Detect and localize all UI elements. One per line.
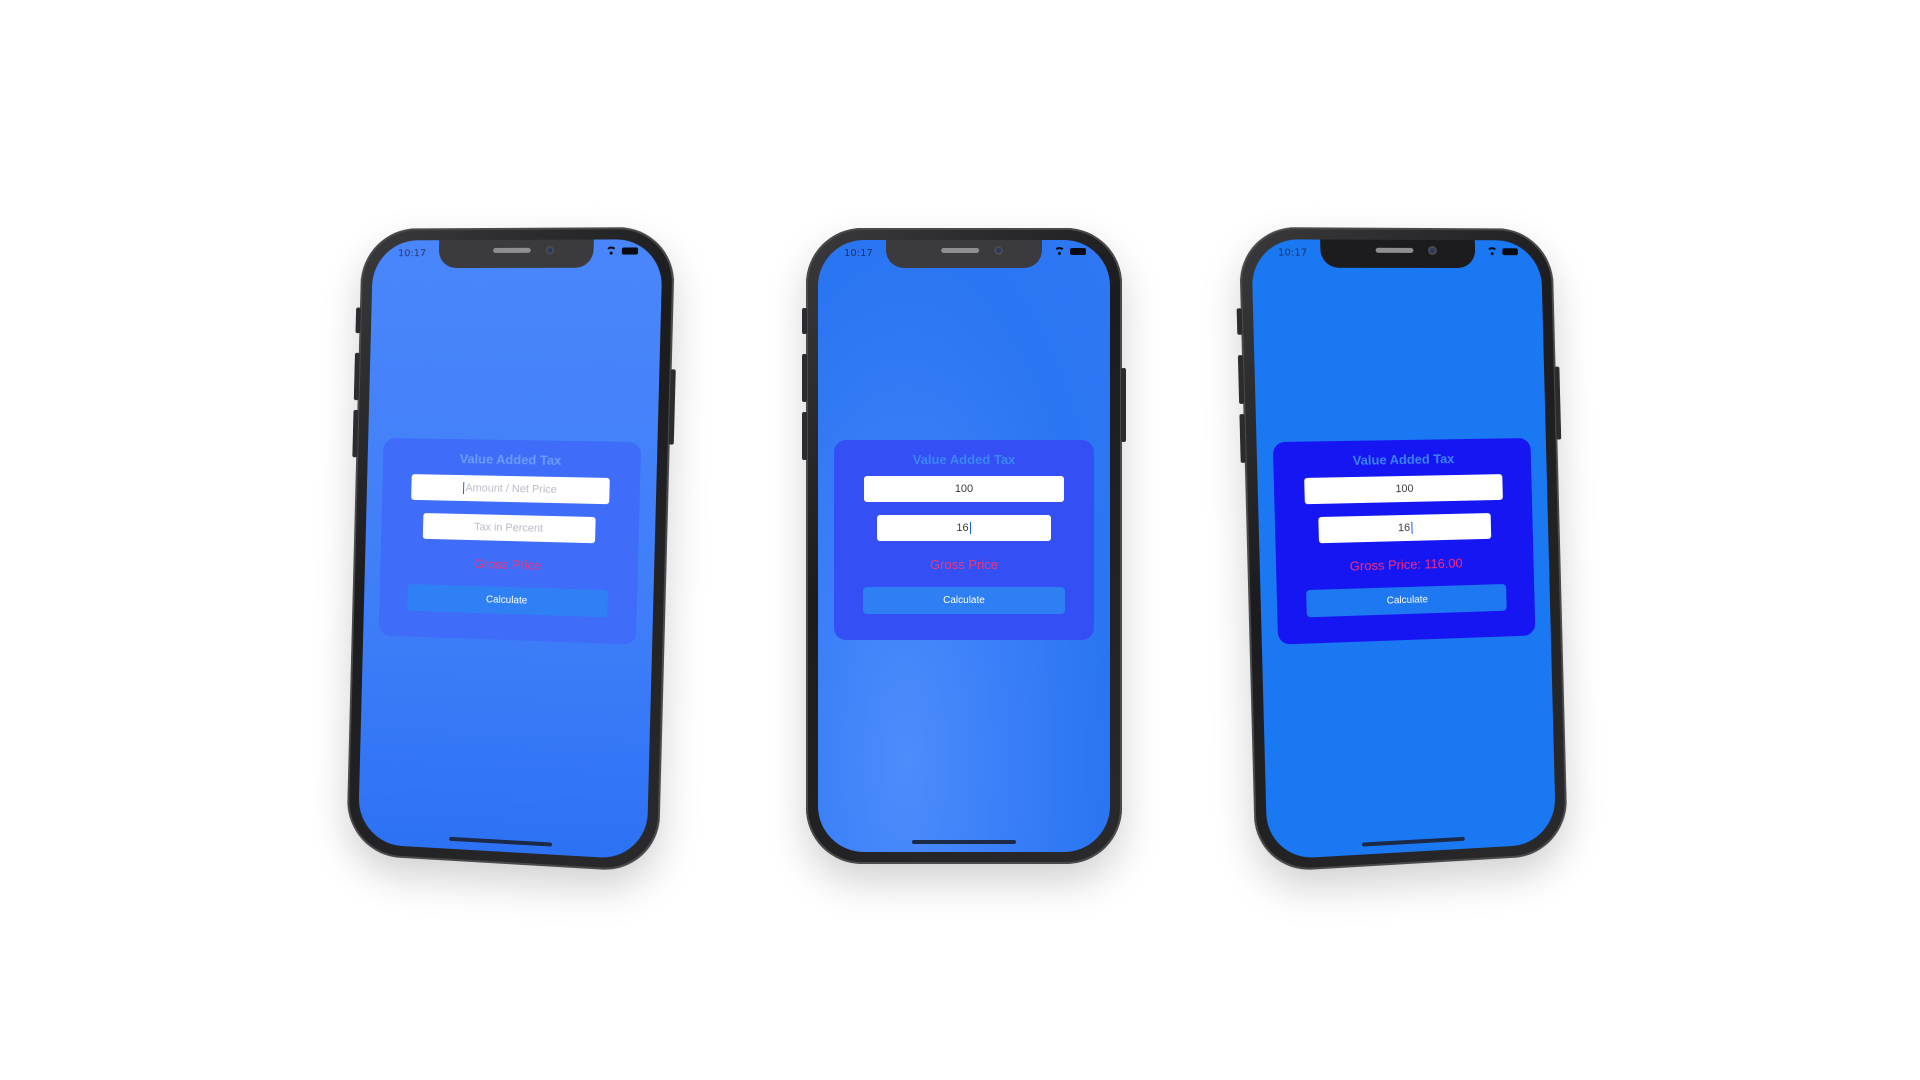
battery-icon [621,246,639,255]
tax-input[interactable]: 16 [1318,513,1492,544]
speaker-grille [493,247,531,253]
amount-input[interactable]: Amount / Net Price [411,474,610,505]
status-icons [606,246,639,255]
front-camera-icon [994,246,1003,255]
tax-value: 16 [1397,521,1411,535]
gross-price-label: Gross Price [930,557,998,572]
speaker-grille [1375,247,1414,253]
home-indicator[interactable] [1361,836,1465,847]
tax-placeholder: Tax in Percent [473,521,544,535]
front-camera-icon [545,245,555,255]
mute-switch [1236,308,1243,335]
phone-mockup-2: 10:17 Value Added Tax 100 16 Gross Price… [802,228,1126,864]
speaker-grille [941,248,980,253]
wifi-icon [1054,247,1065,255]
power-button [1121,368,1126,442]
amount-value: 100 [1395,482,1414,496]
status-icons [1487,247,1518,255]
mute-switch [802,308,807,334]
status-time: 10:17 [397,248,427,260]
volume-down-button [802,412,807,460]
mute-switch [355,307,361,334]
status-time: 10:17 [844,248,873,259]
phone-mockup-1: 10:17 Value Added Tax Amount / Net Price… [346,226,676,873]
phone-screen: 10:17 Value Added Tax 100 16 Gross Price… [1251,239,1557,861]
text-caret [1410,521,1413,534]
notch [438,239,594,269]
text-caret [969,522,971,534]
phone-mockup-3: 10:17 Value Added Tax 100 16 Gross Price… [1236,226,1568,873]
vat-card: Value Added Tax 100 16 Gross Price: 116.… [1272,437,1536,645]
notch [886,240,1042,268]
gross-price-label: Gross Price [473,556,542,573]
volume-up-button [353,352,360,401]
home-indicator[interactable] [449,836,553,847]
volume-up-button [802,354,807,402]
volume-up-button [1237,355,1245,404]
amount-value: 100 [954,483,974,495]
amount-input[interactable]: 100 [864,476,1064,502]
vat-card: Value Added Tax Amount / Net Price Tax i… [378,437,642,645]
status-time: 10:17 [1277,247,1308,259]
tax-value: 16 [956,522,969,534]
volume-down-button [352,409,359,458]
home-indicator[interactable] [912,840,1016,844]
battery-icon [1502,247,1518,255]
vat-card: Value Added Tax 100 16 Gross Price Calcu… [834,440,1094,640]
gross-price-label: Gross Price: 116.00 [1349,555,1463,574]
amount-input[interactable]: 100 [1304,474,1503,505]
front-camera-icon [1427,245,1437,255]
status-icons [1054,247,1086,255]
card-title: Value Added Tax [459,451,562,468]
calculate-button[interactable]: Calculate [863,587,1065,614]
card-title: Value Added Tax [1352,451,1455,468]
tax-input[interactable]: 16 [877,515,1051,541]
calculate-button[interactable]: Calculate [407,583,608,618]
tax-input[interactable]: Tax in Percent [422,513,596,544]
card-title: Value Added Tax [912,452,1016,467]
phone-screen: 10:17 Value Added Tax Amount / Net Price… [357,239,663,861]
notch [1320,239,1476,269]
battery-icon [1070,247,1086,255]
power-button [1554,366,1562,440]
volume-down-button [1239,414,1246,463]
power-button [668,369,676,445]
mockup-stage: 10:17 Value Added Tax Amount / Net Price… [0,0,1920,1080]
calculate-button[interactable]: Calculate [1306,583,1507,618]
wifi-icon [1487,247,1498,255]
wifi-icon [606,247,617,255]
amount-placeholder: Amount / Net Price [465,482,558,497]
phone-screen: 10:17 Value Added Tax 100 16 Gross Price… [818,240,1110,852]
